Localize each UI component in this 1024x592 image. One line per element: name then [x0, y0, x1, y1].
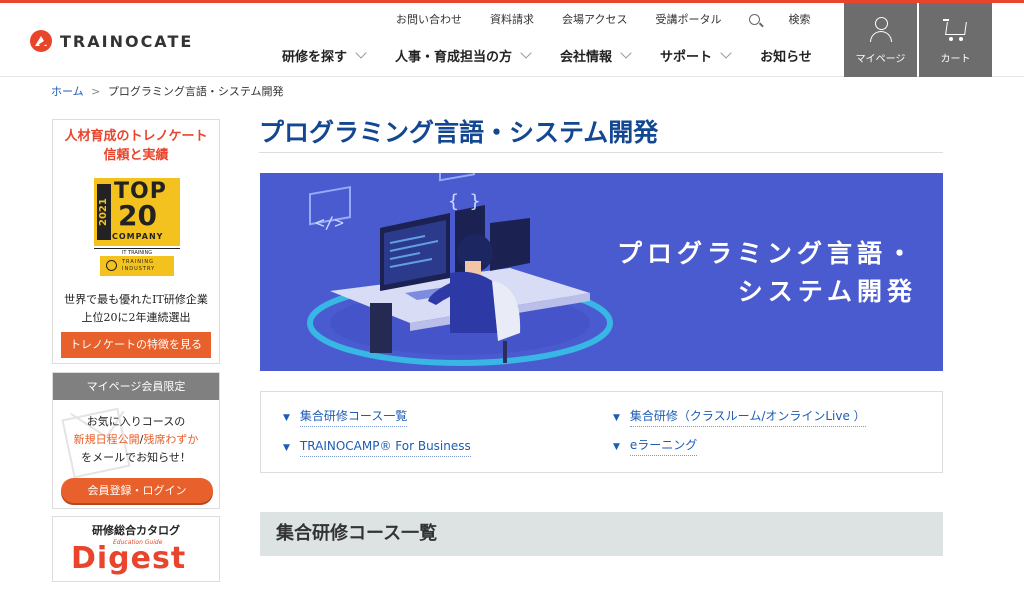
- nav-item-label: 研修を探す: [282, 50, 348, 65]
- member-text-line2: 新規日程公開/残席わずか: [53, 431, 219, 449]
- utility-nav: お問い合わせ 資料請求 会場アクセス 受講ポータル 検索: [396, 11, 838, 27]
- nav-item-hr[interactable]: 人事・育成担当の方: [395, 46, 532, 65]
- triangle-down-icon: ▼: [613, 442, 620, 452]
- member-text-line3: をメールでお知らせ！: [81, 451, 191, 464]
- trust-title-line1: 人材育成のトレノケート: [64, 129, 208, 144]
- code-tag-glyph: </>: [315, 213, 344, 232]
- badge-year: 2021: [97, 184, 111, 240]
- member-highlight-new: 新規日程公開: [73, 433, 140, 446]
- member-banner-text: お気に入りコースの 新規日程公開/残席わずか をメールでお知らせ！: [53, 413, 219, 467]
- triangle-down-icon: ▼: [283, 443, 290, 453]
- chevron-down-icon: [720, 47, 732, 59]
- search-label: 検索: [788, 13, 811, 26]
- catalog-title: 研修総合カタログ: [92, 524, 180, 537]
- triangle-down-icon: ▼: [613, 413, 620, 423]
- mypage-button[interactable]: マイページ: [844, 3, 917, 77]
- nav-item-news[interactable]: お知らせ: [760, 46, 812, 65]
- brace-glyph: { }: [448, 191, 481, 212]
- anchor-links: ▼ 集合研修コース一覧 ▼ TRAINOCAMP® For Business ▼ 集合…: [260, 391, 943, 473]
- util-link-documents[interactable]: 資料請求: [490, 11, 534, 27]
- search-button[interactable]: 検索: [749, 11, 838, 27]
- member-text-line1: お気に入りコースの: [86, 415, 186, 428]
- logo-mark-icon: [30, 30, 52, 52]
- util-link-access[interactable]: 会場アクセス: [562, 11, 627, 27]
- breadcrumb: ホーム > プログラミング言語・システム開発: [51, 83, 284, 99]
- link-label: TRAINOCAMP® For Business: [299, 439, 471, 457]
- trust-text-line1: 世界で最も優れたIT研修企業: [64, 293, 208, 306]
- member-highlight-few: 残席わずか: [143, 433, 199, 446]
- banner-heading: プログラミング言語・ システム開発: [617, 235, 917, 311]
- badge-bottom-panel: TRAINING INDUSTRY: [100, 256, 174, 276]
- chevron-down-icon: [520, 47, 532, 59]
- link-label: eラーニング: [629, 438, 698, 456]
- trust-banner-title: 人材育成のトレノケート 信頼と実績: [53, 127, 219, 165]
- trust-banner[interactable]: 人材育成のトレノケート 信頼と実績 2021 TOP 20 COMPANY IT…: [52, 119, 220, 364]
- cart-icon: [942, 16, 969, 44]
- trust-text-line2: 上位20に2年連続選出: [81, 311, 191, 324]
- catalog-banner[interactable]: 研修総合カタログ Digest Education Guide: [52, 516, 220, 582]
- page-title: プログラミング言語・システム開発: [259, 118, 659, 147]
- banner-line2: システム開発: [737, 277, 917, 306]
- triangle-down-icon: ▼: [283, 413, 290, 423]
- search-icon: [749, 13, 761, 25]
- badge-training-industry: TRAINING INDUSTRY: [122, 259, 155, 273]
- logo-text: TRAINOCATE: [60, 31, 194, 51]
- breadcrumb-current: プログラミング言語・システム開発: [107, 85, 284, 98]
- register-login-button[interactable]: 会員登録・ログイン: [61, 478, 213, 503]
- link-label: 集合研修（クラスルーム/オンラインLive ）: [629, 409, 866, 427]
- nav-item-company[interactable]: 会社情報: [560, 46, 632, 65]
- util-link-contact[interactable]: お問い合わせ: [396, 11, 462, 27]
- nav-item-label: お知らせ: [760, 50, 812, 65]
- breadcrumb-home[interactable]: ホーム: [51, 85, 84, 98]
- nav-item-support[interactable]: サポート: [660, 46, 732, 65]
- badge-it-training: IT TRAINING: [94, 248, 180, 256]
- top20-badge: 2021 TOP 20 COMPANY IT TRAINING TRAINING…: [94, 178, 180, 278]
- mypage-label: マイページ: [855, 54, 906, 65]
- util-link-portal[interactable]: 受講ポータル: [655, 11, 721, 27]
- stopwatch-icon: [106, 260, 117, 271]
- link-classroom-list[interactable]: ▼ 集合研修コース一覧: [283, 407, 408, 427]
- nav-item-find-training[interactable]: 研修を探す: [282, 46, 367, 65]
- section-heading-classroom-courses: 集合研修コース一覧: [260, 512, 943, 556]
- title-divider: [259, 152, 943, 153]
- member-banner[interactable]: マイページ会員限定 お気に入りコースの 新規日程公開/残席わずか をメールでお知…: [52, 372, 220, 509]
- trainocate-logo[interactable]: TRAINOCATE: [30, 30, 193, 52]
- person-icon: [868, 16, 894, 44]
- banner-line1: プログラミング言語・: [616, 239, 917, 268]
- link-trainocamp[interactable]: ▼ TRAINOCAMP® For Business: [283, 439, 471, 457]
- nav-item-label: 会社情報: [560, 50, 613, 65]
- trust-title-line2: 信頼と実績: [103, 148, 169, 163]
- catalog-subtitle: Education Guide: [113, 539, 163, 546]
- badge-company: COMPANY: [112, 232, 164, 241]
- chevron-down-icon: [620, 47, 632, 59]
- breadcrumb-separator: >: [91, 85, 101, 98]
- cart-button[interactable]: カート: [919, 3, 992, 77]
- badge-ti-line1: TRAINING: [122, 259, 155, 265]
- link-elearning[interactable]: ▼ eラーニング: [613, 436, 698, 456]
- see-features-button[interactable]: トレノケートの特徴を見る: [61, 332, 211, 358]
- member-banner-header: マイページ会員限定: [53, 373, 219, 400]
- chevron-down-icon: [355, 47, 367, 59]
- trust-banner-text: 世界で最も優れたIT研修企業 上位20に2年連続選出: [53, 291, 219, 327]
- link-classroom-live[interactable]: ▼ 集合研修（クラスルーム/オンラインLive ）: [613, 407, 866, 427]
- nav-item-label: 人事・育成担当の方: [395, 50, 513, 65]
- badge-ti-line2: INDUSTRY: [122, 266, 156, 272]
- badge-number: 20: [118, 199, 157, 232]
- badge-top-panel: 2021 TOP 20 COMPANY: [94, 178, 180, 246]
- main-nav: 研修を探す 人事・育成担当の方 会社情報 サポート お知らせ: [282, 46, 842, 65]
- hero-banner: </> { } プログラミング言語・ システム開発: [260, 173, 943, 371]
- link-label: 集合研修コース一覧: [299, 409, 408, 427]
- cart-label: カート: [940, 54, 971, 65]
- nav-item-label: サポート: [660, 50, 713, 65]
- site-header: TRAINOCATE お問い合わせ 資料請求 会場アクセス 受講ポータル 検索 …: [0, 3, 1024, 77]
